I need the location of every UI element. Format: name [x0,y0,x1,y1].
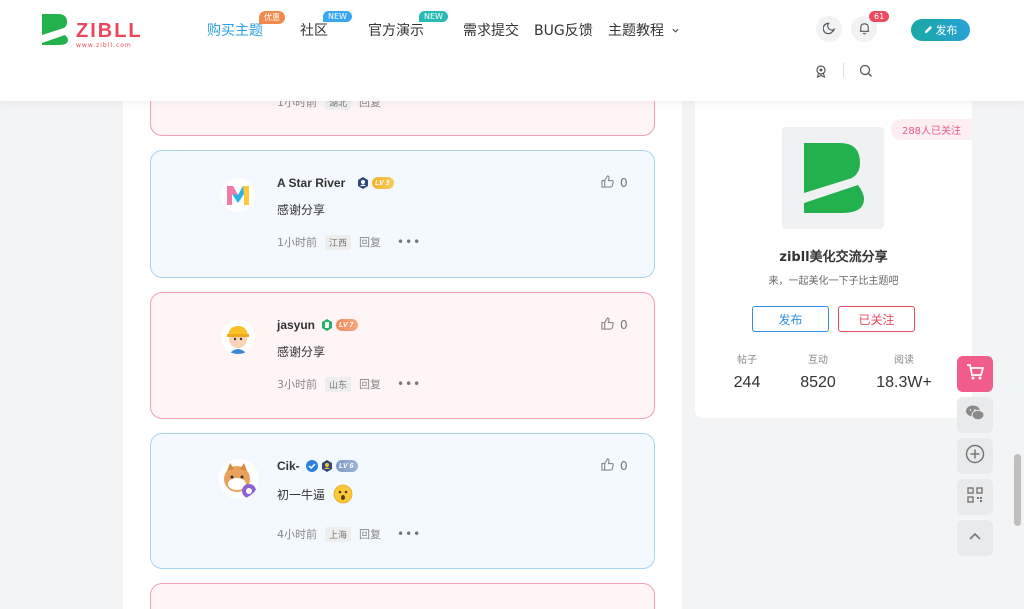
level-badge: LV 6 [336,460,359,472]
nav-badge-discount: 优惠 [259,11,285,24]
more-icon[interactable]: ••• [397,377,421,391]
like-button[interactable]: 0 [601,458,628,474]
chevron-down-icon [671,23,680,39]
qrcode-button[interactable] [957,479,993,515]
verified-icon [321,457,333,476]
comment-text: 初一牛逼 [277,484,353,507]
logo-text: ZIBLL [76,20,143,42]
comment-meta: 3小时前 山东 回复 ••• [277,376,421,392]
more-icon[interactable]: ••• [397,527,421,541]
topic-title[interactable]: zibll美化交流分享 [695,246,972,265]
topic-logo[interactable] [782,127,884,229]
comment-location: 上海 [325,526,352,542]
verified-icon [357,174,369,193]
commenter-name[interactable]: A Star River [277,176,345,190]
like-count: 0 [620,318,628,332]
comment-time: 1小时前 [277,236,317,249]
plus-circle-icon [965,444,985,468]
publish-label: 发布 [935,24,958,37]
cart-icon [966,363,985,385]
commenter-name[interactable]: Cik- [277,459,300,473]
comment-text: 感谢分享 [277,345,326,359]
nav-item-community[interactable]: 社区 [300,20,328,40]
comment-location: 山东 [325,376,352,392]
qrcode-icon [967,487,983,507]
comment-card: jasyun LV 7 感谢分享 3小时前 山东 回复 ••• 0 [150,292,655,419]
publish-post-button[interactable]: 发布 [752,306,829,332]
nav-item-tutorials[interactable]: 主题教程 [608,20,680,40]
level-badge: LV 3 [372,177,395,189]
commenter-name[interactable]: jasyun [277,318,315,332]
like-button[interactable]: 0 [601,317,628,333]
theme-toggle-button[interactable] [816,16,842,42]
nav-badge-new: NEW [323,11,352,22]
comment-time: 3小时前 [277,378,317,391]
header-divider [843,63,844,77]
comment-card: Cik- LV 6 初一牛逼 4小时前 上海 回复 ••• 0 [150,433,655,569]
thumbs-up-icon [601,317,614,333]
like-count: 0 [620,459,628,473]
comment-meta: 4小时前 上海 回复 ••• [277,526,421,542]
like-button[interactable]: 0 [601,175,628,191]
stat-value-reads: 18.3W+ [876,374,932,391]
reply-button[interactable]: 回复 [359,376,381,392]
topic-description: 来，一起美化一下子比主题吧 [768,276,899,287]
notification-count: 61 [869,11,890,22]
user-badges: LV 6 [306,457,359,476]
comment-location: 江西 [325,234,352,250]
comment-meta: 1小时前 江西 回复 ••• [277,234,421,250]
surprised-emoji-icon [333,484,353,507]
nav-badge-new: NEW [419,11,448,22]
thumbs-up-icon [601,175,614,191]
thumbs-up-icon [601,458,614,474]
user-badges: LV 3 [357,174,395,193]
stat-label-interactions: 互动 [808,355,828,366]
wechat-icon [965,404,985,426]
search-icon[interactable] [859,63,875,79]
nav-item-tutorials-label: 主题教程 [608,23,664,39]
pencil-icon [924,24,933,37]
comment-card: A Star River LV 3 感谢分享 1小时前 江西 回复 ••• 0 [150,150,655,278]
stat-label-posts: 帖子 [737,355,757,366]
reply-button[interactable]: 回复 [359,234,381,250]
like-count: 0 [620,176,628,190]
nav-item-bug-report[interactable]: BUG反馈 [534,20,593,40]
header-publish-button[interactable]: 发布 [911,19,970,41]
back-to-top-button[interactable] [957,520,993,556]
reply-button[interactable]: 回复 [359,526,381,542]
logo-mark-icon [42,14,68,45]
scrollbar-thumb[interactable] [1014,454,1021,526]
add-button[interactable] [957,438,993,474]
nav-item-demo[interactable]: 官方演示 [368,20,424,40]
signin-badge-icon[interactable] [814,63,830,79]
avatar[interactable] [219,459,259,499]
site-header: ZIBLL www.zibll.com 购买主题 优惠 社区 NEW 官方演示 … [0,0,1024,101]
chevron-up-icon [967,528,983,548]
verified-check-icon [306,457,318,476]
stat-value-interactions: 8520 [800,374,836,391]
comment-text: 感谢分享 [277,203,326,217]
followed-button[interactable]: 已关注 [838,306,915,332]
follow-count: 288人已关注 [891,119,972,140]
comment-card [150,583,655,609]
site-logo[interactable]: ZIBLL www.zibll.com [40,12,150,49]
avatar[interactable] [221,178,255,212]
moderator-icon [321,316,333,335]
nav-item-requests[interactable]: 需求提交 [463,20,519,40]
level-badge: LV 7 [336,319,359,331]
stat-label-reads: 阅读 [894,355,914,366]
user-badges: LV 7 [321,316,359,335]
cart-button[interactable] [957,356,993,392]
bell-icon [858,20,871,39]
logo-subtext: www.zibll.com [76,42,132,49]
moon-icon [822,20,836,39]
comment-time: 4小时前 [277,528,317,541]
nav-item-buy-theme[interactable]: 购买主题 [207,20,263,40]
comment-text-content: 初一牛逼 [277,488,326,502]
wechat-button[interactable] [957,397,993,433]
stat-value-posts: 244 [733,374,761,391]
avatar[interactable] [221,320,255,354]
more-icon[interactable]: ••• [397,235,421,249]
